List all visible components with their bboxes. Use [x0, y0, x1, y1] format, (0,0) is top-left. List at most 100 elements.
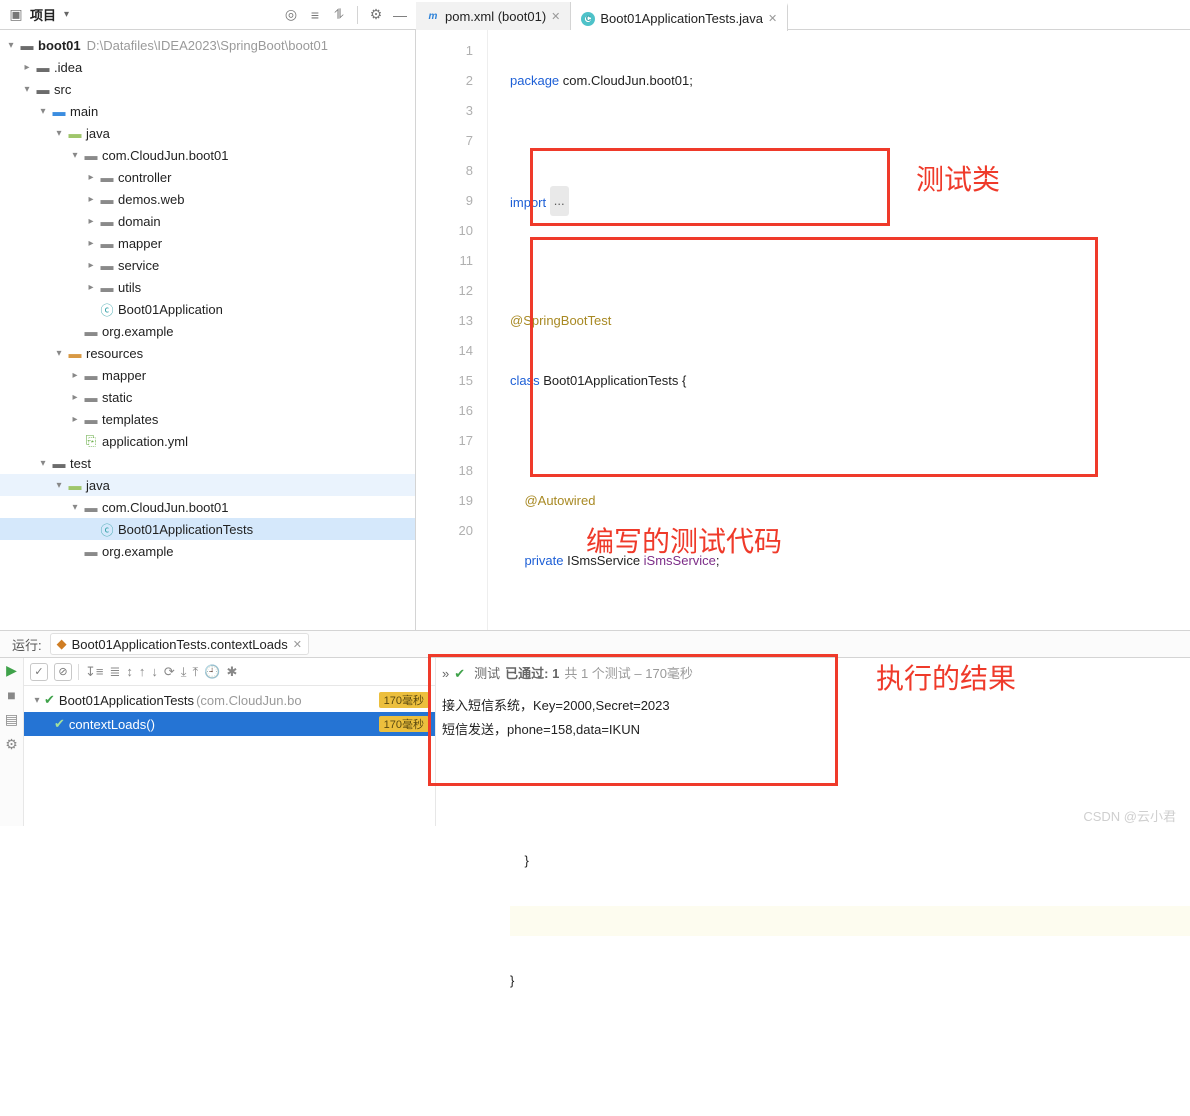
test-time-badge: 170毫秒	[379, 692, 429, 708]
tree-label: Boot01ApplicationTests	[116, 522, 253, 537]
tree-item[interactable]: ▬org.example	[0, 540, 415, 562]
import-fold[interactable]: ...	[550, 186, 569, 216]
tree-label: resources	[84, 346, 143, 361]
tree-item[interactable]: ▸▬templates	[0, 408, 415, 430]
tree-item[interactable]: ▸▬controller	[0, 166, 415, 188]
tree-label: java	[84, 126, 110, 141]
tree-root[interactable]: ▾▬boot01D:\Datafiles\IDEA2023\SpringBoot…	[0, 34, 415, 56]
tab-label: Boot01ApplicationTests.java	[600, 11, 763, 26]
tree-item[interactable]: ▾▬com.CloudJun.boot01	[0, 144, 415, 166]
test-tree-panel: ✓ ⊘ ↧≡ ≣ ↕ ↑ ↓ ⟳ ⤓ ⤒ 🕘 ✱ ▾✔ Boot01Applic…	[24, 658, 436, 826]
sort-icon[interactable]: ≡	[305, 5, 325, 25]
tree-label: controller	[116, 170, 171, 185]
test-node-label: Boot01ApplicationTests	[59, 693, 194, 708]
run-side-toolbar: ▶ ■ ▤ ⚙	[0, 658, 24, 826]
close-icon[interactable]: ✕	[293, 638, 302, 651]
tree-item[interactable]: ⓒBoot01Application	[0, 298, 415, 320]
divider	[357, 6, 358, 24]
project-label[interactable]: 项目	[30, 5, 56, 24]
next-icon[interactable]: ⟳	[164, 664, 175, 680]
tree-item[interactable]: ▬org.example	[0, 320, 415, 342]
tree-item[interactable]: ▸▬mapper	[0, 364, 415, 386]
tree-item[interactable]: ▾▬test	[0, 452, 415, 474]
tree-label: mapper	[100, 368, 146, 383]
sort-icon[interactable]: ↧≡	[85, 664, 103, 680]
console-line: 短信发送，phone=158,data=IKUN	[442, 718, 1184, 742]
check-icon[interactable]: ✓	[30, 663, 48, 681]
collapse-icon[interactable]: ↑	[139, 664, 146, 679]
history-icon[interactable]: 🕘	[204, 664, 220, 680]
tree-label: .idea	[52, 60, 82, 75]
layout-icon[interactable]: ▤	[5, 711, 18, 728]
tree-item[interactable]: ▸▬mapper	[0, 232, 415, 254]
play-icon[interactable]: ▶	[6, 662, 17, 679]
tree-label: utils	[116, 280, 141, 295]
chevron-down-icon[interactable]: ▾	[60, 9, 73, 20]
test-node-label: contextLoads()	[69, 717, 155, 732]
gutter: 1 2 3 7 8 9 10 11 12 13 14 15 16 17 18 1…	[416, 30, 488, 630]
tree-label: domain	[116, 214, 161, 229]
tree-label: com.CloudJun.boot01	[100, 500, 228, 515]
stop-icon[interactable]: ■	[7, 687, 15, 703]
hide-icon[interactable]: —	[390, 5, 410, 25]
tab-pom[interactable]: m pom.xml (boot01) ✕	[416, 2, 571, 30]
run-config-item[interactable]: ◆ Boot01ApplicationTests.contextLoads ✕	[50, 633, 309, 655]
code-editor[interactable]: 1 2 3 7 8 9 10 11 12 13 14 15 16 17 18 1…	[416, 30, 1190, 630]
console-output[interactable]: »✔ 测试 已通过: 1 共 1 个测试 – 170毫秒 接入短信系统，Key=…	[436, 658, 1190, 826]
project-tree[interactable]: ▾▬boot01D:\Datafiles\IDEA2023\SpringBoot…	[0, 30, 416, 630]
target-icon[interactable]: ◎	[281, 5, 301, 25]
fail-icon[interactable]: ⊘	[54, 663, 72, 681]
test-summary: »✔ 测试 已通过: 1 共 1 个测试 – 170毫秒	[442, 662, 1184, 686]
tab-tests[interactable]: c Boot01ApplicationTests.java ✕	[571, 3, 788, 31]
test-time-badge: 170毫秒	[379, 716, 429, 732]
tree-label: org.example	[100, 324, 174, 339]
tree-item[interactable]: ▾▬main	[0, 100, 415, 122]
watermark: CSDN @云小君	[1083, 806, 1176, 825]
settings-icon[interactable]: ✱	[226, 664, 237, 680]
tree-item[interactable]: ▾▬java	[0, 474, 415, 496]
run-label: 运行:	[4, 635, 50, 654]
export-icon[interactable]: ⤓	[181, 664, 187, 680]
tree-label: org.example	[100, 544, 174, 559]
class-icon: c	[581, 12, 595, 26]
close-icon[interactable]: ✕	[768, 12, 777, 25]
test-node-pkg: (com.CloudJun.bo	[194, 693, 302, 708]
tree-item[interactable]: ▸▬.idea	[0, 56, 415, 78]
test-tree-item[interactable]: ✔ contextLoads() 170毫秒	[24, 712, 435, 736]
tree-label: test	[68, 456, 91, 471]
maven-icon: m	[426, 9, 440, 23]
test-toolbar: ✓ ⊘ ↧≡ ≣ ↕ ↑ ↓ ⟳ ⤓ ⤒ 🕘 ✱	[24, 658, 435, 686]
tree-item[interactable]: ▾▬com.CloudJun.boot01	[0, 496, 415, 518]
tree-label: Boot01Application	[116, 302, 223, 317]
tree-label: templates	[100, 412, 158, 427]
tree-item[interactable]: ▸▬service	[0, 254, 415, 276]
gear-icon[interactable]: ⚙	[366, 5, 386, 25]
code-area[interactable]: package com.CloudJun.boot01; import ... …	[488, 30, 1190, 630]
editor-tabs: m pom.xml (boot01) ✕ c Boot01Application…	[416, 0, 1190, 30]
tree-label: com.CloudJun.boot01	[100, 148, 228, 163]
filter-icon[interactable]: ≣	[109, 664, 120, 680]
tree-item[interactable]: ▾▬java	[0, 122, 415, 144]
run-target-label: Boot01ApplicationTests.contextLoads	[72, 637, 288, 652]
tree-root-label: boot01	[36, 38, 81, 53]
tree-item[interactable]: ⎘application.yml	[0, 430, 415, 452]
close-icon[interactable]: ✕	[551, 10, 560, 23]
tree-item[interactable]: ▸▬domain	[0, 210, 415, 232]
tree-item[interactable]: ▸▬demos.web	[0, 188, 415, 210]
gear-icon[interactable]: ⚙	[5, 736, 18, 753]
expand-icon[interactable]: ⥮	[329, 5, 349, 25]
tree-item[interactable]: ▾▬src	[0, 78, 415, 100]
expand-icon[interactable]: ↕	[126, 664, 133, 679]
tree-label: mapper	[116, 236, 162, 251]
tree-item[interactable]: ▸▬utils	[0, 276, 415, 298]
tree-item[interactable]: ▾▬resources	[0, 342, 415, 364]
tree-label: service	[116, 258, 159, 273]
tree-item-selected[interactable]: ⓒBoot01ApplicationTests	[0, 518, 415, 540]
test-tree-root[interactable]: ▾✔ Boot01ApplicationTests (com.CloudJun.…	[24, 688, 435, 712]
project-icon: ▣	[6, 5, 26, 25]
tree-item[interactable]: ▸▬static	[0, 386, 415, 408]
project-toolbar: ▣ 项目 ▾ ◎ ≡ ⥮ ⚙ —	[0, 0, 416, 29]
import-icon[interactable]: ⤒	[193, 664, 199, 680]
tree-label: main	[68, 104, 98, 119]
prev-icon[interactable]: ↓	[151, 664, 158, 679]
